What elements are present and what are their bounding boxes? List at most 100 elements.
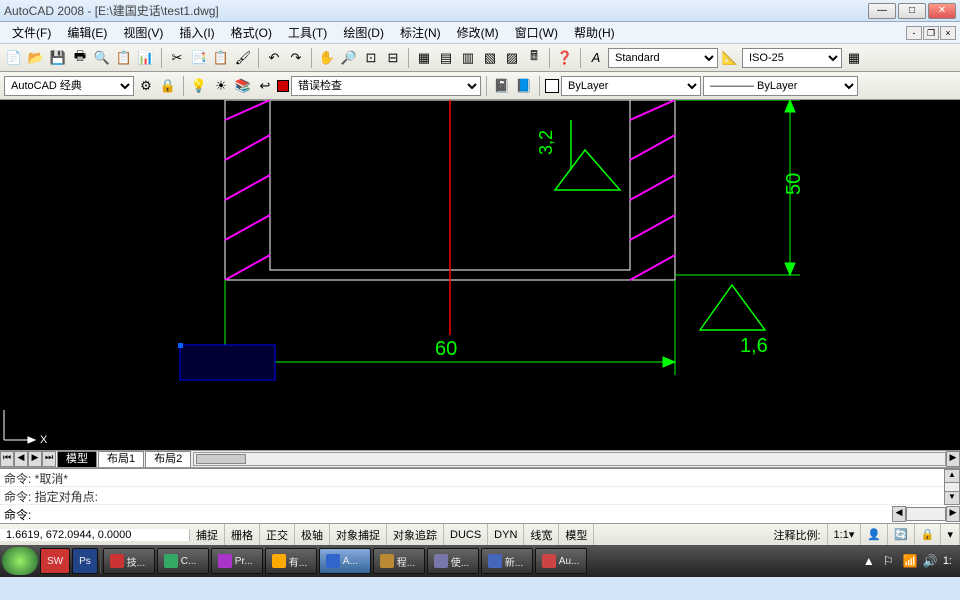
tray-settings-icon[interactable]: ▾	[941, 524, 960, 545]
toggle-ortho[interactable]: 正交	[260, 524, 295, 545]
toggle-grid[interactable]: 栅格	[225, 524, 260, 545]
annotation-visibility-icon[interactable]: 👤	[861, 524, 888, 545]
tab-next-button[interactable]: ▶	[28, 451, 42, 467]
taskbar-item[interactable]: Pr...	[211, 548, 263, 574]
menu-insert[interactable]: 插入(I)	[171, 22, 222, 43]
layers-icon[interactable]: 📚	[233, 76, 253, 96]
lock-icon[interactable]: 🔒	[915, 524, 942, 545]
menu-window[interactable]: 窗口(W)	[507, 22, 566, 43]
design-center-icon[interactable]: ▤	[436, 48, 456, 68]
pan-icon[interactable]: ✋	[317, 48, 337, 68]
publish-icon[interactable]: 📋	[114, 48, 134, 68]
cmd-scroll-down-button[interactable]: ▼	[944, 491, 960, 505]
tool-palette-icon[interactable]: ▥	[458, 48, 478, 68]
cmd-left-button[interactable]: ◀	[892, 506, 906, 522]
toggle-osnap[interactable]: 对象捕捉	[330, 524, 387, 545]
dim-style-icon[interactable]: 📐	[720, 48, 740, 68]
text-style-select[interactable]: Standard	[608, 48, 718, 68]
table-style-icon[interactable]: ▦	[844, 48, 864, 68]
hscroll-right-button[interactable]: ▶	[946, 451, 960, 467]
undo-icon[interactable]: ↶	[264, 48, 284, 68]
menu-modify[interactable]: 修改(M)	[449, 22, 507, 43]
annotation-scale-select[interactable]: 1:1 ▾	[828, 524, 862, 545]
tray-volume-icon[interactable]: 🔊	[923, 554, 937, 568]
menu-view[interactable]: 视图(V)	[115, 22, 171, 43]
mdi-minimize-button[interactable]: -	[906, 26, 922, 40]
match-icon[interactable]: 🖌	[233, 48, 253, 68]
annotation-auto-icon[interactable]: 🔄	[888, 524, 915, 545]
new-icon[interactable]: 📄	[4, 48, 24, 68]
toggle-polar[interactable]: 极轴	[295, 524, 330, 545]
toggle-otrack[interactable]: 对象追踪	[387, 524, 444, 545]
maximize-button[interactable]: □	[898, 3, 926, 19]
menu-format[interactable]: 格式(O)	[223, 22, 280, 43]
text-style-icon[interactable]: A	[586, 48, 606, 68]
taskbar-item[interactable]: 技...	[103, 548, 155, 574]
sun-icon[interactable]: ☀	[211, 76, 231, 96]
taskbar-item[interactable]: Au...	[535, 548, 587, 574]
taskbar-item[interactable]: 有...	[265, 548, 317, 574]
error-check-select[interactable]: 错误检查	[291, 76, 481, 96]
minimize-button[interactable]: —	[868, 3, 896, 19]
tray-flag-icon[interactable]: ⚐	[883, 554, 897, 568]
taskbar-item[interactable]: 新...	[481, 548, 533, 574]
calc-icon[interactable]: 🖩	[524, 48, 544, 68]
cut-icon[interactable]: ✂	[167, 48, 187, 68]
lock-ui-icon[interactable]: 🔒	[158, 76, 178, 96]
toggle-ducs[interactable]: DUCS	[444, 524, 488, 545]
quick-launch-sw[interactable]: SW	[40, 548, 70, 574]
toggle-model[interactable]: 模型	[559, 524, 594, 545]
copy-icon[interactable]: 📑	[189, 48, 209, 68]
tab-last-button[interactable]: ⏭	[42, 451, 56, 467]
print-icon[interactable]: 🖶	[70, 48, 90, 68]
color-swatch-icon[interactable]	[545, 79, 559, 93]
coordinates-display[interactable]: 1.6619, 672.0944, 0.0000	[0, 529, 190, 541]
taskbar-item[interactable]: A...	[319, 548, 371, 574]
sheet-set-icon[interactable]: ▧	[480, 48, 500, 68]
linetype-select[interactable]: ———— ByLayer	[703, 76, 858, 96]
toggle-dyn[interactable]: DYN	[488, 524, 524, 545]
tab-layout2[interactable]: 布局2	[145, 451, 191, 467]
taskbar-item[interactable]: C...	[157, 548, 209, 574]
tray-clock[interactable]: 1:	[943, 555, 952, 567]
tab-prev-button[interactable]: ◀	[14, 451, 28, 467]
redo-icon[interactable]: ↷	[286, 48, 306, 68]
taskbar-item[interactable]: 使...	[427, 548, 479, 574]
dim-style-select[interactable]: ISO-25	[742, 48, 842, 68]
menu-draw[interactable]: 绘图(D)	[335, 22, 392, 43]
drawing-canvas[interactable]: 3,2 50 60 1,6 X	[0, 100, 960, 450]
preview-icon[interactable]: 🔍	[92, 48, 112, 68]
toggle-lwt[interactable]: 线宽	[524, 524, 559, 545]
tray-arrow-icon[interactable]: ▲	[863, 554, 877, 568]
mdi-restore-button[interactable]: ❐	[923, 26, 939, 40]
layer-manager-icon[interactable]: 📓	[492, 76, 512, 96]
menu-tools[interactable]: 工具(T)	[280, 22, 335, 43]
bulb-icon[interactable]: 💡	[189, 76, 209, 96]
mdi-close-button[interactable]: ×	[940, 26, 956, 40]
close-button[interactable]: ✕	[928, 3, 956, 19]
taskbar-item[interactable]: 程...	[373, 548, 425, 574]
plot-icon[interactable]: 📊	[136, 48, 156, 68]
open-icon[interactable]: 📂	[26, 48, 46, 68]
workspace-select[interactable]: AutoCAD 经典	[4, 76, 134, 96]
zoom-prev-icon[interactable]: ⊟	[383, 48, 403, 68]
zoom-realtime-icon[interactable]: 🔎	[339, 48, 359, 68]
tab-first-button[interactable]: ⏮	[0, 451, 14, 467]
menu-file[interactable]: 文件(F)	[4, 22, 59, 43]
layer-state-icon[interactable]: 📘	[514, 76, 534, 96]
quick-launch-ps[interactable]: Ps	[72, 548, 98, 574]
workspace-settings-icon[interactable]: ⚙	[136, 76, 156, 96]
menu-edit[interactable]: 编辑(E)	[59, 22, 115, 43]
cmd-right-button[interactable]: ▶	[946, 506, 960, 522]
start-button[interactable]	[2, 547, 38, 575]
horizontal-scrollbar[interactable]	[193, 452, 946, 466]
zoom-window-icon[interactable]: ⊡	[361, 48, 381, 68]
cmd-scroll-up-button[interactable]: ▲	[944, 469, 960, 483]
tab-model[interactable]: 模型	[57, 451, 97, 467]
paste-icon[interactable]: 📋	[211, 48, 231, 68]
properties-icon[interactable]: ▦	[414, 48, 434, 68]
command-input[interactable]	[35, 507, 892, 521]
help-icon[interactable]: ❓	[555, 48, 575, 68]
tab-layout1[interactable]: 布局1	[98, 451, 144, 467]
menu-help[interactable]: 帮助(H)	[566, 22, 623, 43]
